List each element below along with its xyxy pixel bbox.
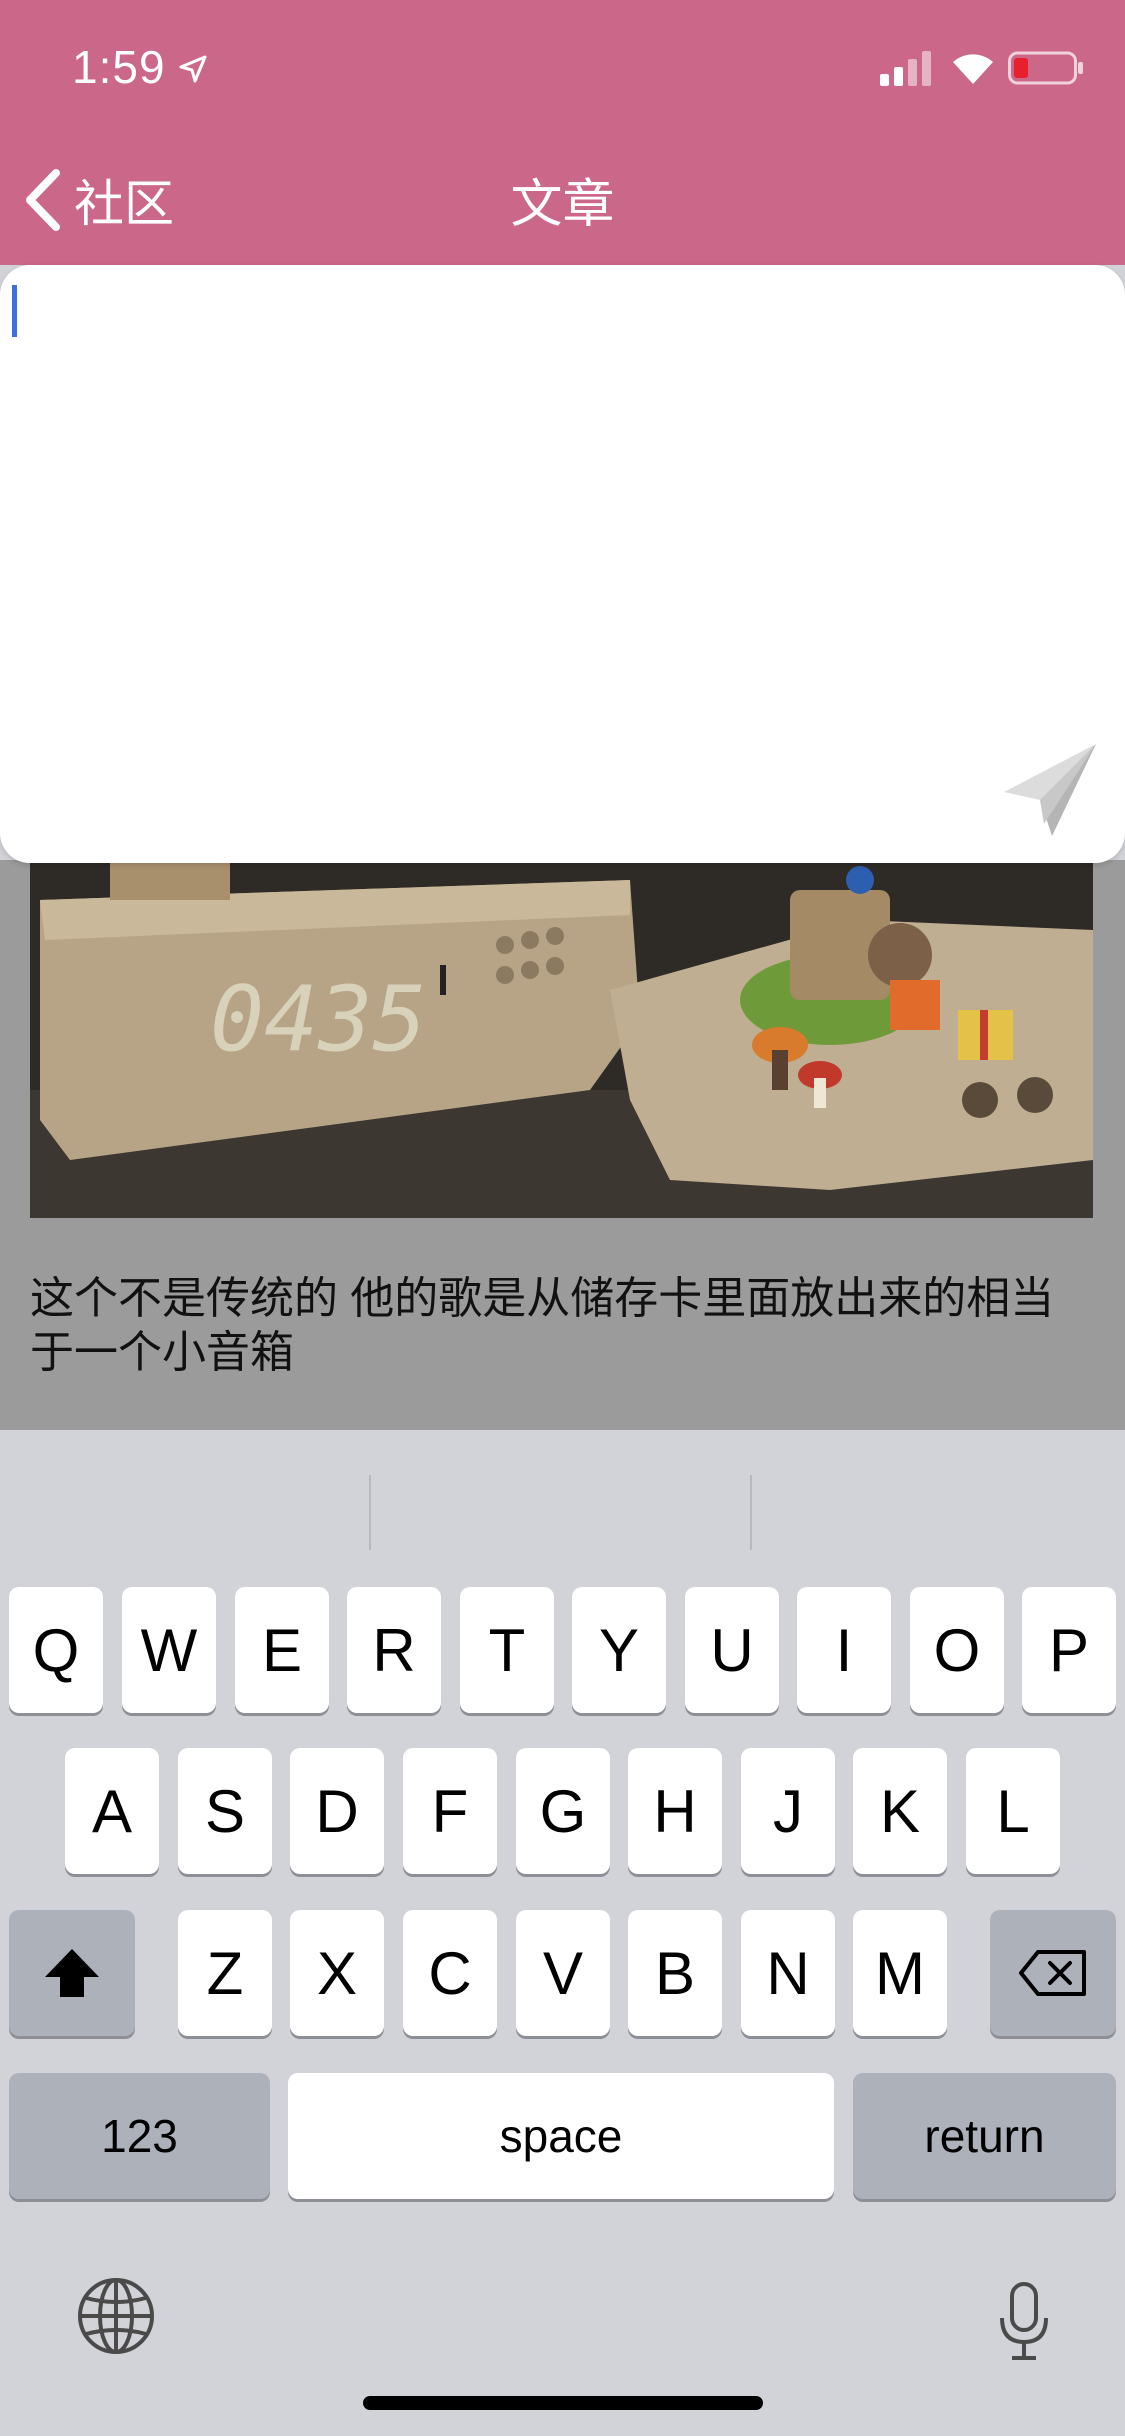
key-i[interactable]: I <box>797 1587 891 1713</box>
shift-arrow-icon <box>45 1949 99 1997</box>
key-h[interactable]: H <box>628 1748 722 1874</box>
key-y[interactable]: Y <box>572 1587 666 1713</box>
comment-composer[interactable] <box>0 265 1125 863</box>
key-g[interactable]: G <box>516 1748 610 1874</box>
key-s[interactable]: S <box>178 1748 272 1874</box>
globe-icon[interactable] <box>76 2276 156 2356</box>
comment-input[interactable] <box>12 285 1102 725</box>
key-v[interactable]: V <box>516 1910 610 2036</box>
article-text: 这个不是传统的 他的歌是从储存卡里面放出来的相当于一个小音箱 <box>30 1274 1055 1377</box>
key-p[interactable]: P <box>1022 1587 1116 1713</box>
suggestion-divider <box>750 1475 752 1550</box>
key-d[interactable]: D <box>290 1748 384 1874</box>
key-f[interactable]: F <box>403 1748 497 1874</box>
delete-key[interactable] <box>990 1910 1116 2036</box>
key-k[interactable]: K <box>853 1748 947 1874</box>
microphone-icon[interactable] <box>996 2282 1052 2362</box>
shift-key[interactable] <box>9 1910 135 2036</box>
space-key[interactable]: space <box>288 2073 834 2199</box>
nav-header: 1:59 社区 文章 <box>0 0 1125 265</box>
key-n[interactable]: N <box>741 1910 835 2036</box>
key-b[interactable]: B <box>628 1910 722 2036</box>
key-j[interactable]: J <box>741 1748 835 1874</box>
music-box-illustration: 0435 <box>30 860 1093 1218</box>
battery-icon <box>1008 51 1083 85</box>
key-r[interactable]: R <box>347 1587 441 1713</box>
key-w[interactable]: W <box>122 1587 216 1713</box>
key-e[interactable]: E <box>235 1587 329 1713</box>
return-key[interactable]: return <box>853 2073 1116 2199</box>
key-o[interactable]: O <box>910 1587 1004 1713</box>
key-c[interactable]: C <box>403 1910 497 2036</box>
key-a[interactable]: A <box>65 1748 159 1874</box>
article-photo: 0435 <box>30 860 1093 1218</box>
led-clock-text: 0435 <box>210 967 427 1072</box>
key-l[interactable]: L <box>966 1748 1060 1874</box>
key-t[interactable]: T <box>460 1587 554 1713</box>
wifi-icon <box>953 54 993 84</box>
key-x[interactable]: X <box>290 1910 384 2036</box>
backspace-icon <box>1019 1950 1086 1996</box>
send-paper-plane-icon[interactable] <box>1000 740 1100 840</box>
key-q[interactable]: Q <box>9 1587 103 1713</box>
page-title: 文章 <box>510 176 615 234</box>
suggestion-divider <box>369 1475 371 1550</box>
status-time: 1:59 <box>72 41 166 93</box>
key-u[interactable]: U <box>685 1587 779 1713</box>
home-indicator[interactable] <box>363 2396 763 2410</box>
cellular-signal-icon <box>880 51 931 86</box>
key-z[interactable]: Z <box>178 1910 272 2036</box>
key-m[interactable]: M <box>853 1910 947 2036</box>
location-arrow-icon <box>179 55 207 83</box>
keyboard: Q W E R T Y U I O P A S D F G H J K L Z … <box>0 1430 1125 2436</box>
numbers-key[interactable]: 123 <box>9 2073 270 2199</box>
